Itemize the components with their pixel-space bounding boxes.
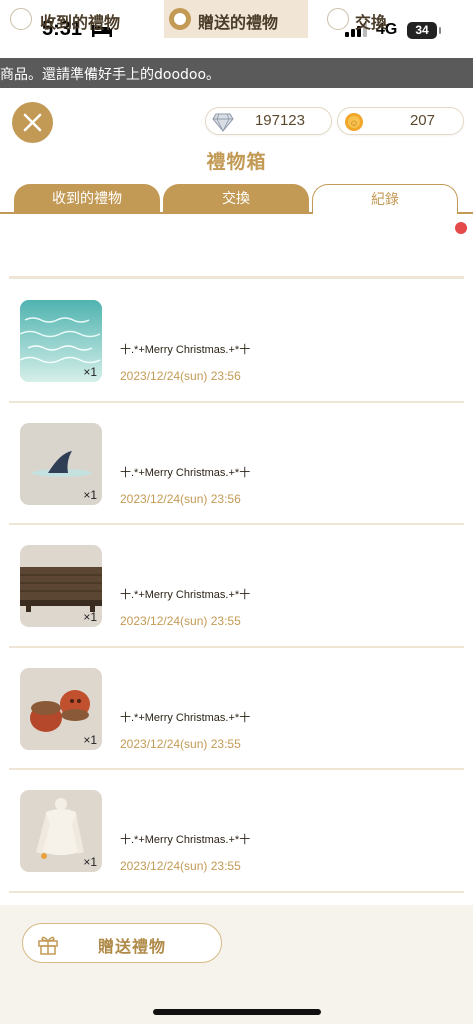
- gift-message: 十.*+Merry Christmas.+*十: [120, 589, 251, 601]
- diamond-count: 197123: [254, 112, 305, 129]
- tab-exchange[interactable]: 交換: [163, 184, 309, 214]
- gift-date: 2023/12/24(sun) 23:55: [120, 859, 241, 873]
- gift-date: 2023/12/24(sun) 23:55: [120, 736, 241, 751]
- battery-indicator: 34: [407, 22, 441, 39]
- close-icon: [23, 113, 42, 132]
- quantity-label: ×1: [83, 732, 97, 747]
- diamond-balance: 197123: [205, 107, 332, 135]
- quantity-label: ×1: [83, 365, 97, 379]
- home-indicator[interactable]: [153, 1009, 321, 1015]
- main-tabs: 收到的禮物 交換 紀錄: [0, 184, 473, 214]
- tab-records[interactable]: 紀錄: [312, 184, 458, 214]
- gift-icon: [38, 936, 58, 955]
- list-item[interactable]: ×1 十.*+Merry Christmas.+*十 2023/12/24(su…: [9, 280, 464, 403]
- coin-icon: ☺: [345, 113, 363, 131]
- coin-count: 207: [409, 112, 435, 129]
- announcement-ticker: 商品。還請準備好手上的doodoo。: [0, 58, 473, 88]
- water-icon: ×1: [20, 300, 102, 382]
- gift-date: 2023/12/24(sun) 23:56: [120, 491, 241, 506]
- wooden-deck-icon: ×1: [20, 545, 102, 627]
- gift-message: 十.*+Merry Christmas.+*十: [120, 344, 251, 356]
- notification-dot: [455, 222, 467, 234]
- coin-balance: ☺ 207: [337, 107, 464, 135]
- send-gift-button[interactable]: 贈送禮物: [22, 923, 222, 963]
- list-item[interactable]: ×1 十.*+Merry Christmas.+*十 2023/12/24(su…: [9, 525, 464, 648]
- gift-date: 2023/12/24(sun) 23:56: [120, 369, 241, 383]
- gift-date: 2023/12/24(sun) 23:55: [120, 614, 241, 628]
- quantity-label: ×1: [83, 487, 97, 502]
- gift-message: 十.*+Merry Christmas.+*十: [120, 834, 251, 846]
- diamond-icon: [212, 113, 234, 132]
- gift-list: ×1 十.*+Merry Christmas.+*十 2023/12/24(su…: [9, 280, 464, 893]
- filter-label-received: 收到的禮物: [40, 13, 121, 32]
- page-title: 禮物箱: [206, 151, 267, 173]
- gift-message: 十.*+Merry Christmas.+*十: [120, 466, 251, 479]
- acorns-icon: ×1: [20, 667, 102, 750]
- ticker-text: 商品。還請準備好手上的doodoo。: [0, 67, 221, 83]
- list-item[interactable]: ×1 十.*+Merry Christmas.+*十 2023/12/24(su…: [9, 770, 464, 893]
- footer-bar: 贈送禮物: [0, 905, 473, 1024]
- svg-text:☺: ☺: [349, 118, 358, 128]
- quantity-label: ×1: [83, 610, 97, 624]
- filter-label-exchange: 交換: [355, 13, 388, 32]
- list-item[interactable]: ×1 十.*+Merry Christmas.+*十 2023/12/24(su…: [9, 403, 464, 525]
- send-gift-label: 贈送禮物: [98, 937, 167, 956]
- close-button[interactable]: [12, 102, 53, 143]
- tab-received-gifts[interactable]: 收到的禮物: [14, 184, 160, 214]
- white-sweater-icon: ×1: [20, 790, 102, 872]
- shark-fin-icon: ×1: [20, 422, 102, 505]
- radio-received[interactable]: [10, 8, 32, 30]
- quantity-label: ×1: [83, 855, 97, 869]
- list-item[interactable]: ×1 十.*+Merry Christmas.+*十 2023/12/24(su…: [9, 648, 464, 770]
- filter-sent[interactable]: 贈送的禮物: [164, 0, 308, 38]
- radio-sent[interactable]: [169, 8, 191, 30]
- gift-message: 十.*+Merry Christmas.+*十: [120, 711, 251, 724]
- filter-label-sent: 贈送的禮物: [198, 13, 279, 32]
- list-top-divider: [9, 276, 464, 279]
- radio-exchange[interactable]: [327, 8, 349, 30]
